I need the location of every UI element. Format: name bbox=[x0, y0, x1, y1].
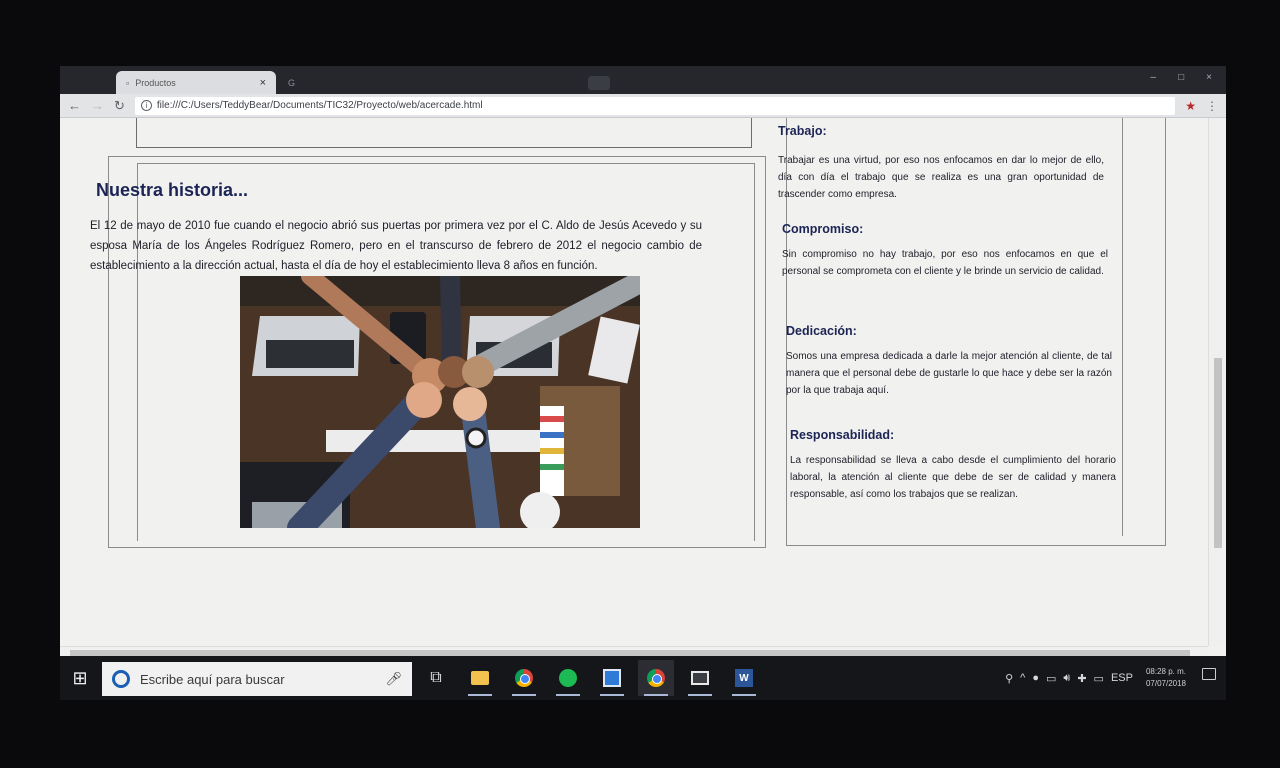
spotify-icon[interactable] bbox=[550, 660, 586, 696]
tab-background-1[interactable]: G bbox=[278, 71, 428, 94]
tab-strip: ▫ Productos × G – □ × bbox=[60, 66, 1226, 94]
google-icon: G bbox=[288, 77, 296, 88]
battery-tray-icon[interactable]: ▭ bbox=[1046, 672, 1056, 685]
taskbar-search[interactable]: Escribe aquí para buscar 🎤︎ bbox=[102, 662, 412, 696]
task-view-icon[interactable]: ⧉ bbox=[418, 660, 454, 696]
page-viewport: Nuestra historia... El 12 de mayo de 201… bbox=[60, 118, 1208, 646]
historia-text: El 12 de mayo de 2010 fue cuando el nego… bbox=[90, 220, 702, 272]
network-icon[interactable]: ✚ bbox=[1077, 672, 1086, 685]
notification-icon[interactable] bbox=[1202, 668, 1216, 680]
info-icon[interactable]: i bbox=[140, 100, 152, 111]
window-controls: – □ × bbox=[1151, 72, 1212, 83]
close-window-icon[interactable]: × bbox=[1206, 72, 1212, 83]
chevron-up-icon[interactable]: ^ bbox=[1020, 672, 1025, 684]
system-tray: ⚲ ^ ● ▭ 🔊︎ ✚ ▭ ESP 08:28 p. m. 07/07/201… bbox=[1005, 666, 1186, 690]
laptop-left bbox=[252, 316, 360, 376]
pinned-apps: ⧉ W bbox=[418, 660, 762, 696]
minimize-icon[interactable]: – bbox=[1151, 72, 1157, 83]
tab-productos[interactable]: ▫ Productos × bbox=[116, 71, 276, 94]
previous-section-box bbox=[136, 118, 752, 148]
vertical-scrollbar[interactable] bbox=[1208, 118, 1226, 646]
new-tab-button[interactable] bbox=[588, 76, 610, 90]
page-icon: ▫ bbox=[126, 77, 130, 88]
search-placeholder: Escribe aquí para buscar bbox=[140, 671, 285, 687]
value-trabajo: Trabajo: Trabajar es una virtud, por eso… bbox=[778, 124, 1104, 203]
bookmark-star-icon[interactable]: ★ bbox=[1185, 99, 1196, 113]
address-bar[interactable]: i file:///C:/Users/TeddyBear/Documents/T… bbox=[134, 96, 1176, 115]
tab-background-2[interactable] bbox=[432, 71, 582, 94]
teamwork-photo bbox=[240, 276, 640, 528]
value-text: Trabajar es una virtud, por eso nos enfo… bbox=[778, 155, 1104, 200]
display-icon[interactable]: ▭ bbox=[1094, 672, 1104, 685]
value-compromiso: Compromiso: Sin compromiso no hay trabaj… bbox=[782, 222, 1108, 280]
menu-icon[interactable]: ⋮ bbox=[1206, 99, 1218, 113]
url-text: file:///C:/Users/TeddyBear/Documents/TIC… bbox=[156, 100, 483, 111]
file-explorer-icon[interactable] bbox=[462, 660, 498, 696]
chrome-icon[interactable] bbox=[506, 660, 542, 696]
value-title: Responsabilidad: bbox=[790, 428, 895, 442]
value-dedicacion: Dedicación: Somos una empresa dedicada a… bbox=[786, 324, 1112, 399]
historia-title: Nuestra historia... bbox=[96, 180, 249, 200]
browser-window: ▫ Productos × G – □ × ← → ↻ i file:///C:… bbox=[60, 66, 1226, 660]
volume-icon[interactable]: 🔊︎ bbox=[1063, 672, 1070, 685]
maximize-icon[interactable]: □ bbox=[1178, 72, 1184, 83]
back-icon[interactable]: ← bbox=[68, 99, 81, 112]
close-icon[interactable]: × bbox=[260, 77, 266, 89]
value-text: Somos una empresa dedicada a darle la me… bbox=[786, 351, 1112, 396]
clock-time: 08:28 p. m. bbox=[1145, 667, 1186, 676]
cortana-icon bbox=[112, 670, 130, 688]
language-indicator[interactable]: ESP bbox=[1111, 672, 1133, 684]
teamwork-photo-art bbox=[240, 276, 640, 528]
clock-date: 07/07/2018 bbox=[1145, 679, 1186, 688]
app-icon[interactable] bbox=[594, 660, 630, 696]
forward-icon[interactable]: → bbox=[91, 99, 104, 112]
windows-start-icon[interactable]: ⊞ bbox=[66, 664, 94, 692]
people-icon[interactable]: ⚲ bbox=[1005, 672, 1013, 685]
value-responsabilidad: Responsabilidad: La responsabilidad se l… bbox=[790, 428, 1116, 503]
vertical-scroll-thumb[interactable] bbox=[1214, 358, 1222, 548]
microphone-icon[interactable]: 🎤︎ bbox=[385, 671, 402, 687]
taskbar: ⊞ Escribe aquí para buscar 🎤︎ ⧉ W ⚲ ^ ● … bbox=[60, 656, 1226, 700]
value-title: Compromiso: bbox=[782, 222, 864, 236]
value-title: Dedicación: bbox=[786, 324, 857, 338]
chrome-active-icon[interactable] bbox=[638, 660, 674, 696]
value-text: Sin compromiso no hay trabajo, por eso n… bbox=[782, 249, 1108, 277]
browser-toolbar: ← → ↻ i file:///C:/Users/TeddyBear/Docum… bbox=[60, 94, 1226, 118]
photos-icon[interactable] bbox=[682, 660, 718, 696]
reload-icon[interactable]: ↻ bbox=[114, 99, 125, 112]
word-icon[interactable]: W bbox=[726, 660, 762, 696]
value-text: La responsabilidad se lleva a cabo desde… bbox=[790, 455, 1116, 500]
security-icon[interactable]: ● bbox=[1032, 672, 1039, 684]
tab-title: Productos bbox=[135, 77, 176, 88]
clock[interactable]: 08:28 p. m. 07/07/2018 bbox=[1146, 666, 1186, 690]
value-title: Trabajo: bbox=[778, 124, 827, 138]
